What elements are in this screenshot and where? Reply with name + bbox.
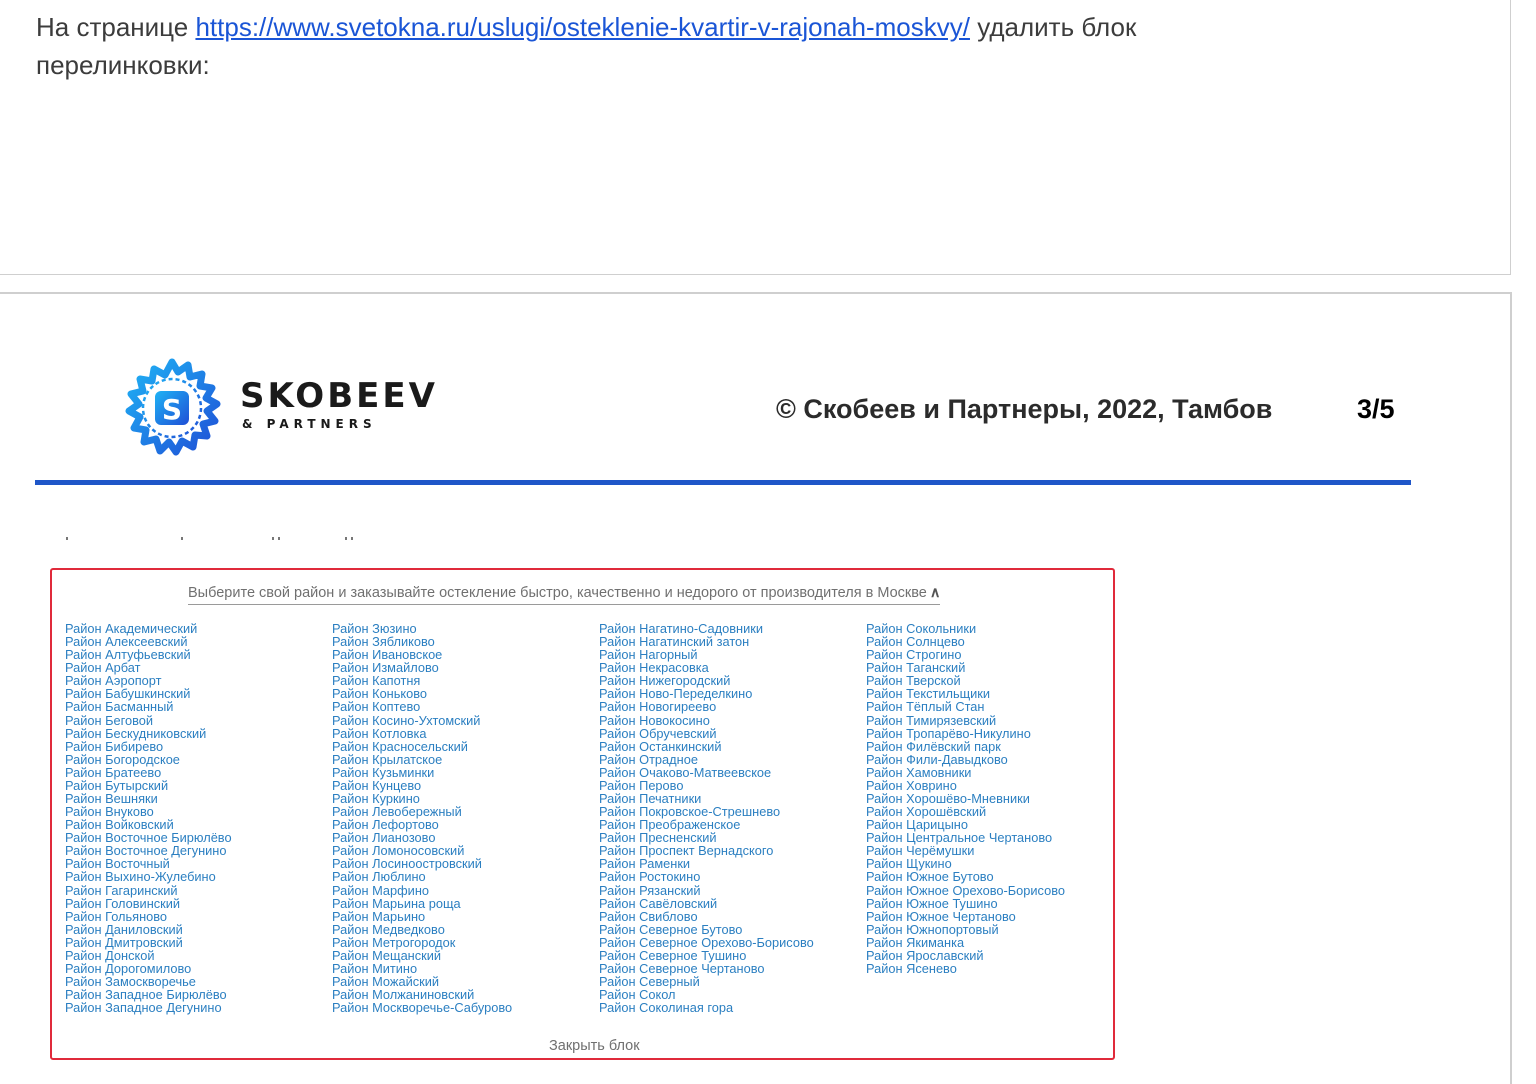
district-link[interactable]: Район Южнопортовый (866, 923, 1065, 936)
crop-mark (272, 537, 274, 540)
district-link[interactable]: Район Богородское (65, 753, 232, 766)
district-link[interactable]: Район Выхино-Жулебино (65, 870, 232, 883)
district-link[interactable]: Район Соколиная гора (599, 1001, 814, 1014)
crop-mark (345, 537, 347, 540)
district-link[interactable]: Район Обручевский (599, 727, 814, 740)
district-link[interactable]: Район Дмитровский (65, 936, 232, 949)
district-link[interactable]: Район Красносельский (332, 740, 512, 753)
district-link[interactable]: Район Фили-Давыдково (866, 753, 1065, 766)
district-block-title: Выберите свой район и заказывайте остекл… (188, 585, 927, 601)
instruction-text: На странице https://www.svetokna.ru/uslu… (36, 8, 1316, 84)
copyright-text: © Скобеев и Партнеры, 2022, Тамбов (776, 394, 1273, 424)
district-link[interactable]: Район Останкинский (599, 740, 814, 753)
district-link[interactable]: Район Южное Тушино (866, 897, 1065, 910)
crop-mark (351, 537, 353, 540)
district-link[interactable]: Район Тёплый Стан (866, 700, 1065, 713)
district-link[interactable]: Район Ростокино (599, 870, 814, 883)
district-link[interactable]: Район Южное Чертаново (866, 910, 1065, 923)
district-link[interactable]: Район Ясенево (866, 962, 1065, 975)
district-link[interactable]: Район Люблино (332, 870, 512, 883)
district-link[interactable]: Район Тропарёво-Никулино (866, 727, 1065, 740)
district-link[interactable]: Район Филёвский парк (866, 740, 1065, 753)
district-link[interactable]: Район Гольяново (65, 910, 232, 923)
district-link[interactable]: Район Марфино (332, 883, 512, 896)
district-link[interactable]: Район Коптево (332, 700, 512, 713)
district-link[interactable]: Район Северное Бутово (599, 923, 814, 936)
district-link[interactable]: Район Метрогородок (332, 936, 512, 949)
district-link[interactable]: Район Басманный (65, 700, 232, 713)
instruction-prefix: На странице (36, 12, 196, 42)
district-link[interactable]: Район Рязанский (599, 883, 814, 896)
district-block-toggle[interactable]: Выберите свой район и заказывайте остекл… (188, 583, 941, 605)
chevron-up-icon: ∧ (929, 585, 941, 601)
crop-mark (66, 537, 68, 540)
logo-letter: S (162, 393, 182, 426)
district-link[interactable]: Район Новогиреево (599, 700, 814, 713)
district-link[interactable]: Район Бескудниковский (65, 727, 232, 740)
brand-name: SKOBEEV (240, 376, 438, 416)
district-link[interactable]: Район Свиблово (599, 910, 814, 923)
district-link[interactable]: Район Марьина роща (332, 897, 512, 910)
district-link[interactable]: Район Отрадное (599, 753, 814, 766)
page-number: 3/5 (1357, 394, 1395, 424)
district-link[interactable]: Район Бибирево (65, 740, 232, 753)
district-column: Район Нагатино-Садовники Район Нагатински… (599, 622, 814, 1014)
district-link[interactable]: Район Марьино (332, 910, 512, 923)
header-divider (35, 480, 1411, 485)
brand-subtitle: & PARTNERS (242, 417, 377, 431)
district-column: Район Академический Район Алексеевский Рай… (65, 622, 232, 1014)
district-column: Район Сокольники Район Солнцево Район Стро… (866, 622, 1065, 975)
district-link[interactable]: Район Москворечье-Сабурово (332, 1001, 512, 1014)
district-column: Район Зюзино Район Зябликово Район Ивановс… (332, 622, 512, 1014)
district-link[interactable]: Район Северное Орехово-Борисово (599, 936, 814, 949)
district-link[interactable]: Район Гагаринский (65, 883, 232, 896)
district-link[interactable]: Район Якиманка (866, 936, 1065, 949)
district-link[interactable]: Район Южное Орехово-Борисово (866, 883, 1065, 896)
district-link[interactable]: Район Хамовники (866, 766, 1065, 779)
district-link[interactable]: Район Головинский (65, 897, 232, 910)
district-link[interactable]: Район Очаково-Матвеевское (599, 766, 814, 779)
page-url-link[interactable]: https://www.svetokna.ru/uslugi/ostekleni… (195, 12, 970, 42)
district-link[interactable]: Район Тимирязевский (866, 713, 1065, 726)
district-link[interactable]: Район Западное Дегунино (65, 1001, 232, 1014)
district-link[interactable]: Район Кузьминки (332, 766, 512, 779)
district-link[interactable]: Район Косино-Ухтомский (332, 713, 512, 726)
district-link[interactable]: Район Беговой (65, 713, 232, 726)
skobeev-logo-icon: S (125, 358, 221, 456)
district-link[interactable]: Район Медведково (332, 923, 512, 936)
district-link[interactable]: Район Новокосино (599, 713, 814, 726)
close-block-link[interactable]: Закрыть блок (549, 1036, 640, 1056)
district-link[interactable]: Район Котловка (332, 727, 512, 740)
district-link[interactable]: Район Братеево (65, 766, 232, 779)
crop-mark (278, 537, 280, 540)
district-link[interactable]: Район Южное Бутово (866, 870, 1065, 883)
district-link[interactable]: Район Крылатское (332, 753, 512, 766)
crop-mark (181, 537, 183, 540)
district-link[interactable]: Район Даниловский (65, 923, 232, 936)
district-link[interactable]: Район Савёловский (599, 897, 814, 910)
